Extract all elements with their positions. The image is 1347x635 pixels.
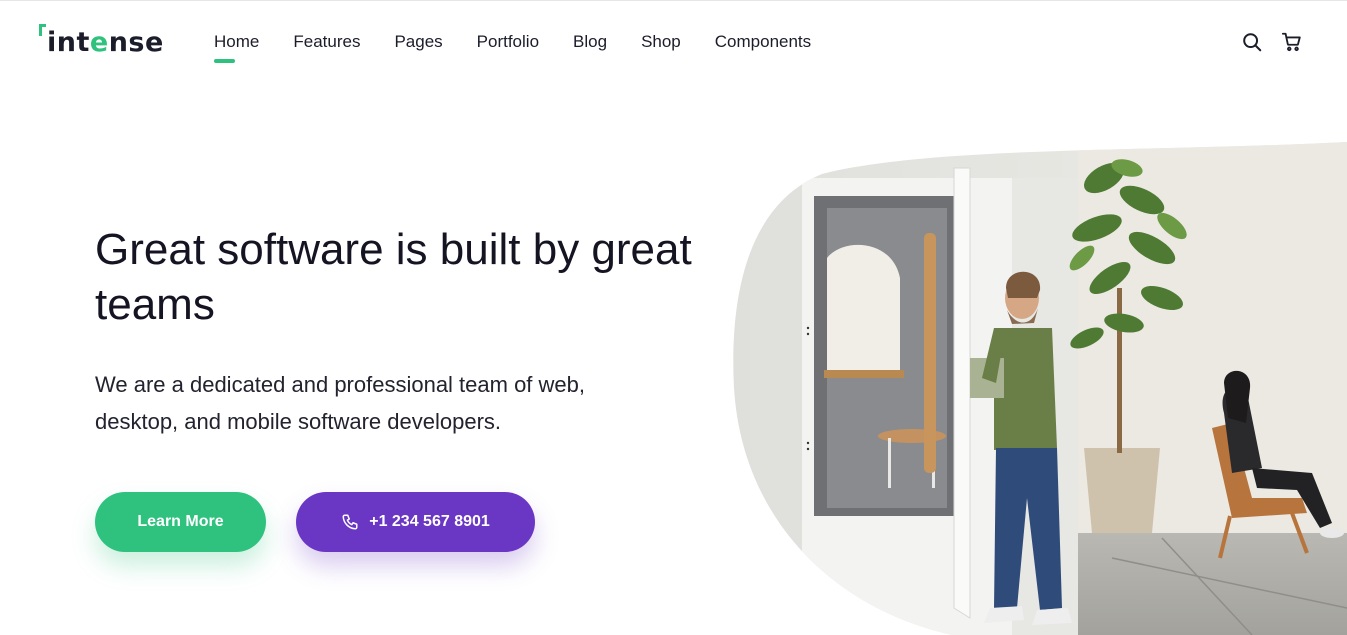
nav-item-portfolio[interactable]: Portfolio [477,30,539,54]
hero-title: Great software is built by great teams [95,225,692,329]
logo-mark-icon [39,24,46,36]
main-nav: Home Features Pages Portfolio Blog Shop … [214,30,845,63]
learn-more-label: Learn More [137,513,224,530]
learn-more-button[interactable]: Learn More [95,492,266,552]
nav-item-home[interactable]: Home [214,30,259,63]
phone-icon [342,514,358,530]
nav-item-features[interactable]: Features [293,30,360,54]
nav-item-components[interactable]: Components [715,30,811,54]
header-actions [1241,31,1303,53]
search-icon[interactable] [1241,31,1263,53]
top-border [0,0,1347,1]
phone-number-label: +1 234 567 8901 [369,513,490,530]
phone-call-button[interactable]: +1 234 567 8901 [296,492,535,552]
nav-item-blog[interactable]: Blog [573,30,607,54]
hero-subtitle: We are a dedicated and professional team… [95,372,586,434]
hero-image [733,142,1347,635]
logo-text: intense [47,26,164,58]
logo[interactable]: intense [39,22,164,62]
nav-item-pages[interactable]: Pages [394,30,442,54]
cart-icon[interactable] [1281,31,1303,53]
nav-item-shop[interactable]: Shop [641,30,681,54]
